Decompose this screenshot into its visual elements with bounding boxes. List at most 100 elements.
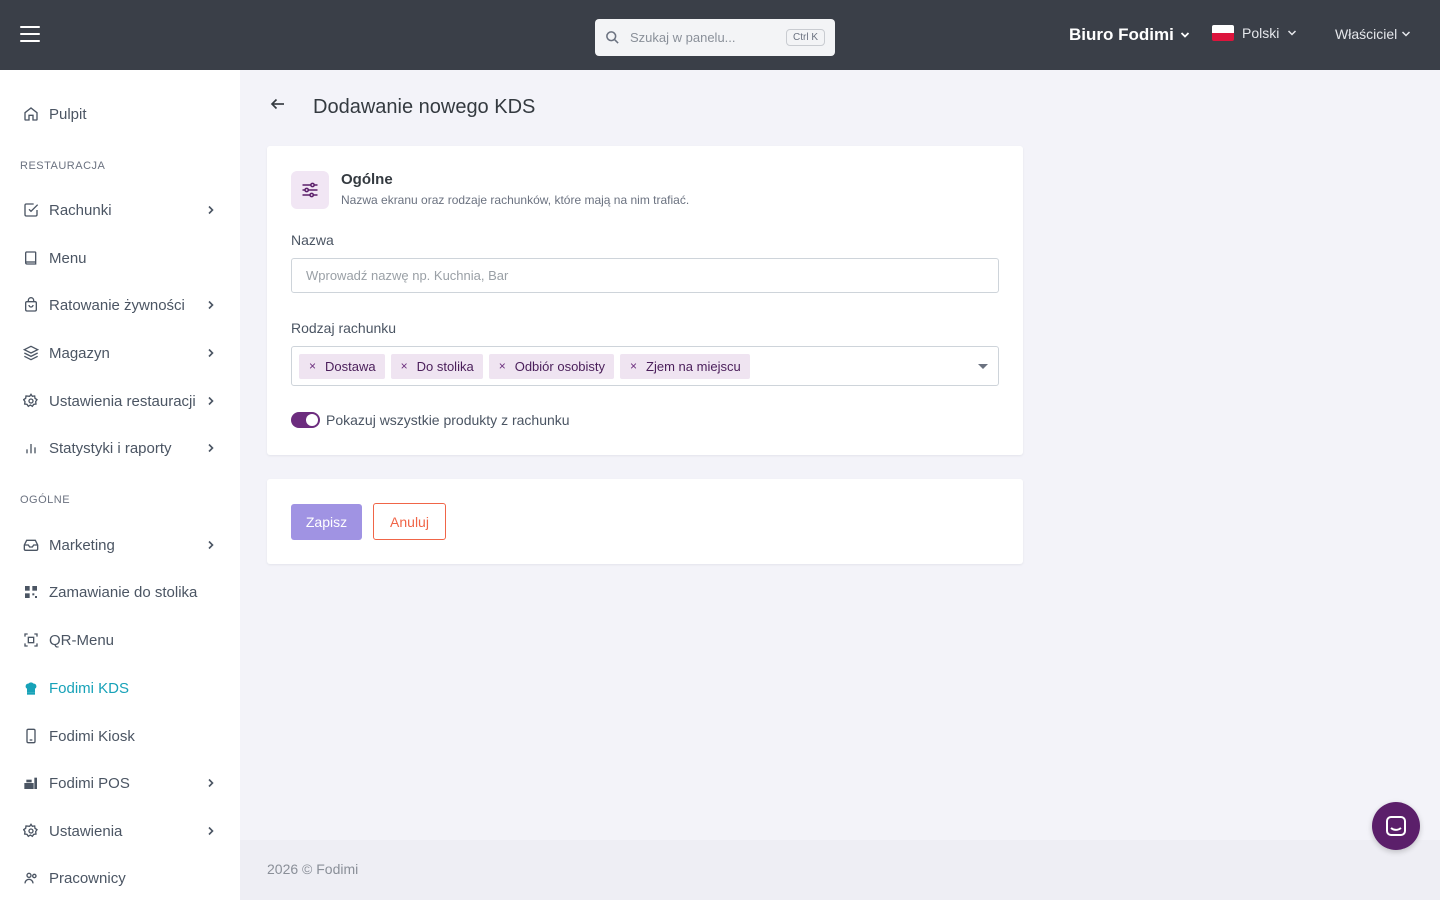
chevron-right-icon xyxy=(208,778,214,788)
sidebar-item-fodimi-kds[interactable]: Fodimi KDS xyxy=(0,668,240,708)
sidebar-item-statystyki-i-raporty[interactable]: Statystyki i raporty xyxy=(0,428,240,468)
sidebar-item-label: Statystyki i raporty xyxy=(49,439,172,457)
chevron-right-icon xyxy=(208,300,214,310)
sidebar-item-pracownicy[interactable]: Pracownicy xyxy=(0,858,240,898)
polish-flag-icon xyxy=(1212,25,1234,41)
language-label: Polski xyxy=(1242,25,1280,41)
tag-label: Odbiór osobisty xyxy=(514,358,606,374)
shopping-bag-icon xyxy=(22,296,40,314)
sidebar-item-magazyn[interactable]: Magazyn xyxy=(0,333,240,373)
sidebar-item-ustawienia[interactable]: Ustawienia xyxy=(0,811,240,851)
toggle-knob xyxy=(306,414,318,426)
selected-tag: × Zjem na miejscu xyxy=(620,353,750,379)
kiosk-icon xyxy=(22,727,40,745)
page-title: Dodawanie nowego KDS xyxy=(313,96,536,118)
chevron-down-icon xyxy=(1402,31,1411,37)
remove-tag-icon[interactable]: × xyxy=(309,359,316,373)
book-icon xyxy=(22,249,40,267)
top-bar: Ctrl K Biuro Fodimi Polski Właściciel xyxy=(0,0,1440,70)
cancel-button[interactable]: Anuluj xyxy=(373,503,446,540)
save-button[interactable]: Zapisz xyxy=(291,504,362,540)
sidebar-item-label: Ratowanie żywności xyxy=(49,296,185,314)
search-box[interactable]: Ctrl K xyxy=(595,19,835,56)
chevron-down-icon xyxy=(1288,30,1297,36)
form-actions-card: Zapisz Anuluj xyxy=(267,479,1023,564)
check-square-icon xyxy=(22,201,40,219)
inbox-icon xyxy=(22,536,40,554)
search-icon xyxy=(606,31,619,44)
sidebar-item-marketing[interactable]: Marketing xyxy=(0,525,240,565)
sidebar-item-fodimi-pos[interactable]: Fodimi POS xyxy=(0,763,240,803)
selected-tag: × Do stolika xyxy=(390,353,483,379)
sidebar-item-label: Marketing xyxy=(49,536,115,554)
chevron-right-icon xyxy=(208,205,214,215)
remove-tag-icon[interactable]: × xyxy=(630,359,637,373)
gear-icon xyxy=(22,822,40,840)
order-type-multiselect[interactable]: × Dostawa × Do stolika × Odbiór osobisty × Z… xyxy=(291,346,999,386)
hamburger-icon[interactable] xyxy=(20,26,40,42)
user-menu[interactable]: Właściciel xyxy=(1335,26,1411,42)
chevron-right-icon xyxy=(208,826,214,836)
sidebar-item-qr-menu[interactable]: QR-Menu xyxy=(0,620,240,660)
sidebar-item-label: Ustawienia xyxy=(49,822,123,840)
sidebar-item-rachunki[interactable]: Rachunki xyxy=(0,190,240,230)
chat-support-button[interactable] xyxy=(1372,802,1420,850)
sidebar-item-label: Rachunki xyxy=(49,201,112,219)
sidebar-item-menu[interactable]: Menu xyxy=(0,238,240,278)
sidebar-item-zamawianie-do-stolika[interactable]: Zamawianie do stolika xyxy=(0,572,240,612)
gear-icon xyxy=(22,392,40,410)
qr-scan-icon xyxy=(22,631,40,649)
show-all-products-toggle[interactable] xyxy=(291,412,320,428)
sidebar-item-fodimi-kiosk[interactable]: Fodimi Kiosk xyxy=(0,716,240,756)
order-type-field-label: Rodzaj rachunku xyxy=(291,320,397,336)
selected-tag: × Dostawa xyxy=(299,353,385,379)
language-switcher[interactable]: Polski xyxy=(1212,25,1297,41)
chevron-right-icon xyxy=(208,540,214,550)
section-heading-general: OGÓLNE xyxy=(20,494,71,506)
sidebar-item-label: Fodimi POS xyxy=(49,774,130,792)
search-shortcut-badge: Ctrl K xyxy=(786,29,825,46)
sidebar-item-ratowanie-zywnosci[interactable]: Ratowanie żywności xyxy=(0,285,240,325)
page-header xyxy=(268,94,288,114)
general-settings-card: Ogólne Nazwa ekranu oraz rodzaje rachunk… xyxy=(267,146,1023,455)
sidebar-item-label: Menu xyxy=(49,249,87,267)
sidebar-item-pulpit[interactable]: Pulpit xyxy=(0,94,240,134)
search-input[interactable] xyxy=(630,30,780,45)
remove-tag-icon[interactable]: × xyxy=(499,359,506,373)
copyright-text: 2026 © Fodimi xyxy=(267,861,359,877)
tag-label: Do stolika xyxy=(416,358,474,374)
chef-hat-icon xyxy=(22,679,40,697)
sidebar-item-label: Pracownicy xyxy=(49,869,126,887)
sidebar-item-label: Zamawianie do stolika xyxy=(49,583,198,601)
section-title: Ogólne xyxy=(341,171,393,188)
tag-label: Dostawa xyxy=(325,358,376,374)
name-input[interactable] xyxy=(291,258,999,293)
sliders-icon xyxy=(291,171,329,209)
sidebar-item-ustawienia-restauracji[interactable]: Ustawienia restauracji xyxy=(0,381,240,421)
sidebar-item-label: Fodimi Kiosk xyxy=(49,727,135,745)
chevron-down-icon xyxy=(1180,32,1189,38)
users-icon xyxy=(22,869,40,887)
sidebar-item-label: Pulpit xyxy=(49,105,87,123)
caret-down-icon[interactable] xyxy=(978,364,988,369)
organization-switcher[interactable]: Biuro Fodimi xyxy=(1069,25,1190,45)
section-heading-restaurant: RESTAURACJA xyxy=(20,160,106,172)
layers-icon xyxy=(22,344,40,362)
organization-name: Biuro Fodimi xyxy=(1069,25,1174,44)
chat-icon xyxy=(1386,816,1406,836)
sidebar: Pulpit RESTAURACJA Rachunki Menu Ratowan… xyxy=(0,70,240,900)
name-field-label: Nazwa xyxy=(291,232,334,248)
toggle-label: Pokazuj wszystkie produkty z rachunku xyxy=(326,412,570,428)
section-description: Nazwa ekranu oraz rodzaje rachunków, któ… xyxy=(341,193,690,207)
chevron-right-icon xyxy=(208,348,214,358)
remove-tag-icon[interactable]: × xyxy=(401,359,408,373)
footer: 2026 © Fodimi xyxy=(240,840,1440,900)
sidebar-item-label: QR-Menu xyxy=(49,631,115,649)
qr-code-icon xyxy=(22,583,40,601)
back-arrow-icon[interactable] xyxy=(268,94,288,114)
pos-icon xyxy=(22,774,40,792)
sidebar-item-label: Magazyn xyxy=(49,344,110,362)
home-icon xyxy=(22,105,40,123)
selected-tag: × Odbiór osobisty xyxy=(488,353,615,379)
sidebar-item-label: Ustawienia restauracji xyxy=(49,392,196,410)
